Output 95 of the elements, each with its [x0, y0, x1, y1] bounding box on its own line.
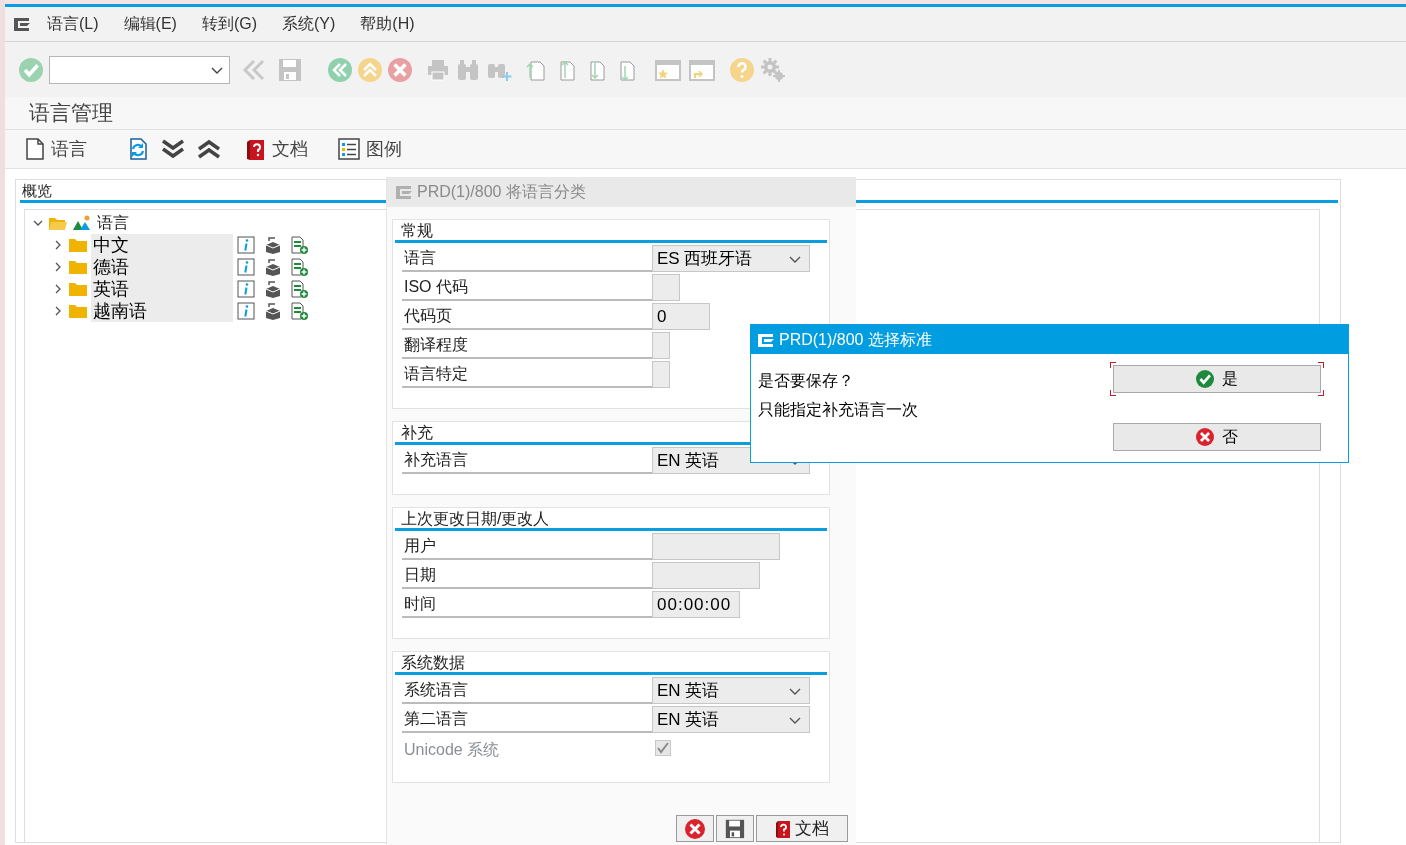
expand-all-icon[interactable]	[161, 138, 185, 160]
tree-node-label[interactable]: 德语	[91, 256, 233, 278]
folder-icon	[69, 282, 87, 296]
dropdown-field[interactable]: EN 英语	[652, 706, 810, 733]
page-icon	[25, 138, 45, 160]
dialog-title: PRD(1)/800 选择标准	[779, 329, 932, 350]
yes-button[interactable]: 是	[1110, 362, 1324, 396]
menu-item[interactable]: 编辑(E)	[123, 12, 177, 36]
dropdown-field[interactable]: ES 西班牙语	[652, 245, 810, 272]
save-icon[interactable]	[278, 57, 302, 82]
tree-node-label[interactable]: 中文	[91, 234, 233, 256]
field-label: 用户	[402, 534, 652, 560]
dropdown-chevron-icon	[789, 715, 801, 724]
dropdown-chevron-icon	[789, 254, 801, 263]
help-book-icon	[246, 137, 266, 161]
add-list-icon[interactable]	[291, 236, 309, 254]
box-icon[interactable]	[264, 236, 282, 254]
open-folder-icon	[49, 216, 67, 230]
cancel-icon[interactable]	[388, 57, 412, 82]
message-text: 是否要保存？	[758, 371, 855, 391]
input-field[interactable]: 00:00:00	[652, 591, 740, 618]
field-label: 时间	[402, 592, 652, 618]
dropdown-chevron-icon	[789, 686, 801, 695]
menu-item[interactable]: 系统(Y)	[282, 12, 336, 36]
tree-node-label[interactable]: 语言	[97, 211, 129, 235]
command-field[interactable]	[49, 55, 230, 84]
people-icon	[73, 215, 91, 231]
menu-item[interactable]: 转到(G)	[201, 12, 257, 36]
no-button[interactable]: 否	[1110, 420, 1324, 454]
add-list-icon[interactable]	[291, 302, 309, 320]
settings-icon[interactable]	[760, 56, 786, 83]
field-label: 语言	[402, 246, 652, 272]
info-icon[interactable]	[237, 258, 255, 276]
info-icon[interactable]	[237, 280, 255, 298]
box-icon[interactable]	[264, 258, 282, 276]
input-field[interactable]	[652, 361, 670, 388]
box-icon[interactable]	[264, 280, 282, 298]
screen-title: 语言管理	[5, 97, 1406, 130]
message-text: 只能指定补充语言一次	[758, 400, 918, 420]
field-label: 系统语言	[402, 678, 652, 704]
collapse-caret-icon[interactable]	[33, 218, 43, 228]
field-label: 语言特定	[402, 362, 652, 388]
dropdown-chevron-icon	[211, 65, 223, 74]
menu-item[interactable]: 帮助(H)	[360, 12, 415, 36]
binoculars-icon[interactable]	[456, 57, 480, 82]
back-circle-icon[interactable]	[328, 57, 352, 82]
field-label: 翻译程度	[402, 333, 652, 359]
dialog-title: PRD(1)/800 将语言分类	[417, 182, 586, 202]
window-icon	[395, 184, 413, 200]
expand-caret-icon[interactable]	[53, 306, 63, 316]
cancel-icon	[1196, 428, 1214, 446]
tree-node-label[interactable]: 越南语	[91, 300, 233, 322]
check-icon	[1196, 370, 1214, 388]
field-label: 第二语言	[402, 707, 652, 733]
documentation-button[interactable]: 文档	[756, 815, 848, 842]
dropdown-field[interactable]: EN 英语	[652, 677, 810, 704]
legend-list-icon	[338, 138, 360, 160]
input-field[interactable]	[652, 332, 670, 359]
field-label: Unicode 系统	[403, 740, 501, 760]
input-field[interactable]	[652, 562, 760, 589]
window-icon	[757, 331, 775, 348]
add-list-icon[interactable]	[291, 258, 309, 276]
help-book-icon	[775, 818, 791, 839]
print-icon[interactable]	[426, 57, 450, 82]
add-list-icon[interactable]	[291, 280, 309, 298]
field-label: 代码页	[402, 304, 652, 330]
toolbar-button[interactable]: 文档	[246, 135, 308, 163]
shortcut-window-icon[interactable]	[688, 57, 716, 82]
menu-item[interactable]: 语言(L)	[47, 12, 99, 36]
folder-icon	[69, 238, 87, 252]
cancel-icon	[685, 818, 705, 839]
tree-node-label[interactable]: 英语	[91, 278, 233, 300]
input-field[interactable]: 0	[652, 303, 710, 330]
field-label: 补充语言	[402, 448, 652, 474]
enter-check-icon[interactable]	[19, 57, 43, 82]
toolbar-button[interactable]: 图例	[338, 135, 402, 163]
group-heading: 上次更改日期/更改人	[395, 509, 827, 531]
info-icon[interactable]	[237, 302, 255, 320]
info-icon[interactable]	[237, 236, 255, 254]
expand-caret-icon[interactable]	[53, 240, 63, 250]
input-field[interactable]	[652, 274, 680, 301]
toolbar-button[interactable]: 语言	[25, 135, 87, 163]
folder-icon	[69, 304, 87, 318]
folder-icon	[69, 260, 87, 274]
box-icon[interactable]	[264, 302, 282, 320]
field-label: ISO 代码	[402, 275, 652, 301]
save-button[interactable]	[716, 815, 754, 842]
input-field[interactable]	[652, 533, 780, 560]
cancel-button[interactable]	[676, 815, 714, 842]
field-label: 日期	[402, 563, 652, 589]
collapse-all-icon[interactable]	[197, 138, 221, 160]
expand-caret-icon[interactable]	[53, 262, 63, 272]
window-menu-icon[interactable]	[13, 16, 31, 32]
save-icon	[725, 818, 745, 839]
expand-caret-icon[interactable]	[53, 284, 63, 294]
